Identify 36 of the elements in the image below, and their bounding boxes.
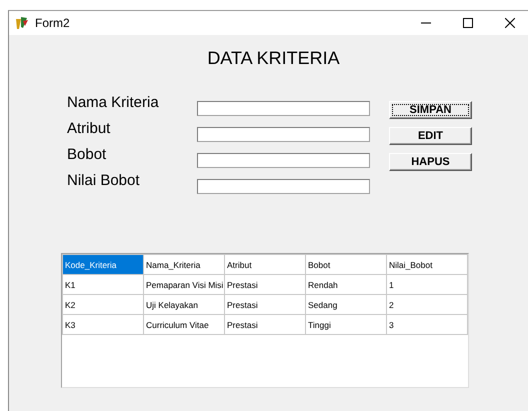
table-cell: 1: [386, 274, 468, 294]
column-header[interactable]: Nama_Kriteria: [144, 254, 224, 274]
input-field[interactable]: [197, 126, 370, 142]
table-cell: Sedang: [306, 294, 386, 314]
app-icon: [15, 16, 29, 30]
table-cell: Prestasi: [224, 274, 306, 294]
table-cell: Rendah: [306, 274, 386, 294]
table-cell: Prestasi: [224, 314, 306, 334]
input-field[interactable]: [197, 178, 370, 194]
table-cell: K2: [62, 294, 144, 314]
action-button[interactable]: HAPUS: [389, 153, 472, 171]
field-label: Nama Kriteria: [67, 94, 160, 110]
table-cell: Curriculum Vitae: [144, 314, 224, 334]
table-cell: Prestasi: [224, 294, 306, 314]
close-icon: [505, 18, 515, 28]
field-label: Atribut: [67, 120, 112, 136]
table-cell: K3: [62, 314, 144, 334]
table-cell: 2: [386, 294, 468, 314]
column-header[interactable]: Atribut: [224, 254, 306, 274]
input-field[interactable]: [197, 152, 370, 168]
table-cell: 3: [386, 314, 468, 334]
form-heading: DATA KRITERIA: [206, 48, 341, 70]
column-header[interactable]: Nilai_Bobot: [386, 254, 468, 274]
maximize-icon: [463, 18, 473, 28]
table-cell: Uji Kelayakan: [144, 294, 224, 314]
table-cell: K1: [62, 274, 144, 294]
window-title: Form2: [35, 16, 71, 30]
input-field[interactable]: [197, 100, 370, 116]
action-button[interactable]: EDIT: [389, 127, 472, 145]
table-cell: Tinggi: [306, 314, 386, 334]
field-label: Nilai Bobot: [67, 172, 141, 188]
table-cell: Pemaparan Visi Misi: [144, 274, 224, 294]
column-header[interactable]: Kode_Kriteria: [62, 254, 144, 274]
column-header[interactable]: Bobot: [306, 254, 386, 274]
action-button[interactable]: SIMPAN: [389, 101, 472, 119]
field-label: Bobot: [67, 146, 108, 162]
